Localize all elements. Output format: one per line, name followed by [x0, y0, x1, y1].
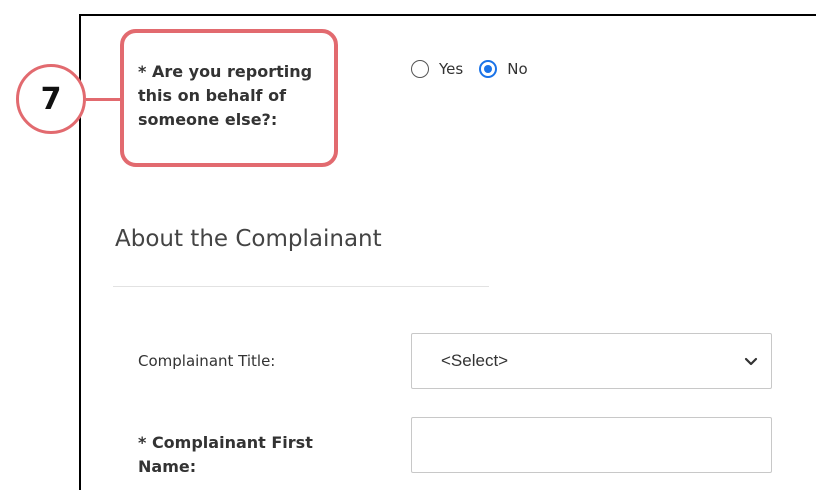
- complainant-first-name-label: * Complainant First Name:: [138, 433, 313, 476]
- complainant-title-select[interactable]: <Select>: [411, 333, 772, 389]
- radio-no[interactable]: [479, 60, 498, 78]
- complainant-title-select-value: <Select>: [441, 351, 509, 370]
- screenshot-frame-top: [79, 14, 816, 16]
- complainant-first-name-input[interactable]: [411, 417, 772, 473]
- complainant-title-label: Complainant Title:: [138, 352, 276, 370]
- radio-yes-label: Yes: [439, 60, 464, 78]
- radio-option-yes[interactable]: Yes: [411, 60, 463, 78]
- radio-option-no[interactable]: No: [479, 60, 528, 78]
- step-number-badge: 7: [16, 64, 86, 134]
- step-connector-line: [86, 98, 120, 101]
- behalf-question-label: * Are you reporting this on behalf of so…: [138, 62, 313, 129]
- section-title: About the Complainant: [115, 226, 382, 252]
- radio-no-label: No: [507, 60, 528, 78]
- radio-yes[interactable]: [411, 60, 429, 78]
- section-divider: [113, 286, 489, 287]
- behalf-radio-group: Yes No: [411, 60, 528, 78]
- chevron-down-icon: [744, 357, 758, 366]
